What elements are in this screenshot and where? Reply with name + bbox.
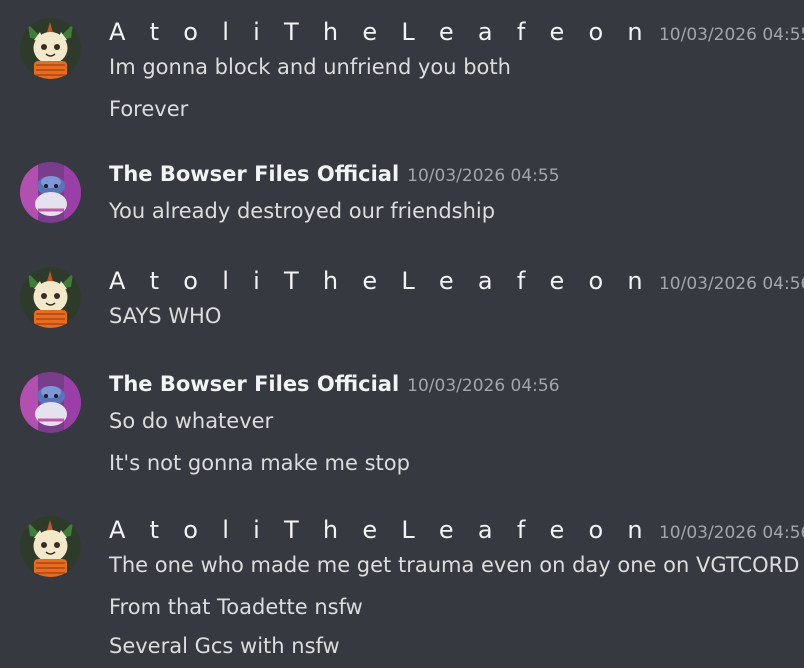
leafeon-avatar[interactable] [20,516,81,577]
username[interactable]: A t o l i T h e L e a f e o n [109,516,651,544]
bowser-files-avatar[interactable] [20,372,81,433]
timestamp[interactable]: 10/03/2026 04:55 [659,25,804,45]
message-text: Forever [109,97,189,121]
message-text: You already destroyed our friendship [109,199,496,223]
username[interactable]: A t o l i T h e L e a f e o n [109,267,651,295]
leafeon-avatar[interactable] [20,18,81,79]
message-text: From that Toadette nsfw [109,595,363,619]
message-text: Im gonna block and unfriend you both [109,55,511,79]
timestamp[interactable]: 10/03/2026 04:55 [407,166,559,186]
timestamp[interactable]: 10/03/2026 04:56 [407,376,559,396]
username[interactable]: A t o l i T h e L e a f e o n [109,18,651,46]
message-header: The Bowser Files Official 10/03/2026 04:… [109,162,560,192]
message-text: The one who made me get trauma even on d… [109,553,800,577]
leafeon-avatar[interactable] [20,267,81,328]
timestamp[interactable]: 10/03/2026 04:56 [659,274,804,294]
username[interactable]: The Bowser Files Official [109,162,399,186]
message-text: Several Gcs with nsfw [109,634,340,658]
username[interactable]: The Bowser Files Official [109,372,399,396]
message-header: A t o l i T h e L e a f e o n 10/03/2026… [109,18,804,48]
message-text: So do whatever [109,409,274,433]
message-header: The Bowser Files Official 10/03/2026 04:… [109,372,560,402]
message-text: SAYS WHO [109,304,222,328]
timestamp[interactable]: 10/03/2026 04:56 [659,523,804,543]
message-header: A t o l i T h e L e a f e o n 10/03/2026… [109,516,804,546]
message-header: A t o l i T h e L e a f e o n 10/03/2026… [109,267,804,297]
chat-log: A t o l i T h e L e a f e o n 10/03/2026… [0,0,804,668]
message-text: It's not gonna make me stop [109,451,410,475]
bowser-files-avatar[interactable] [20,162,81,223]
